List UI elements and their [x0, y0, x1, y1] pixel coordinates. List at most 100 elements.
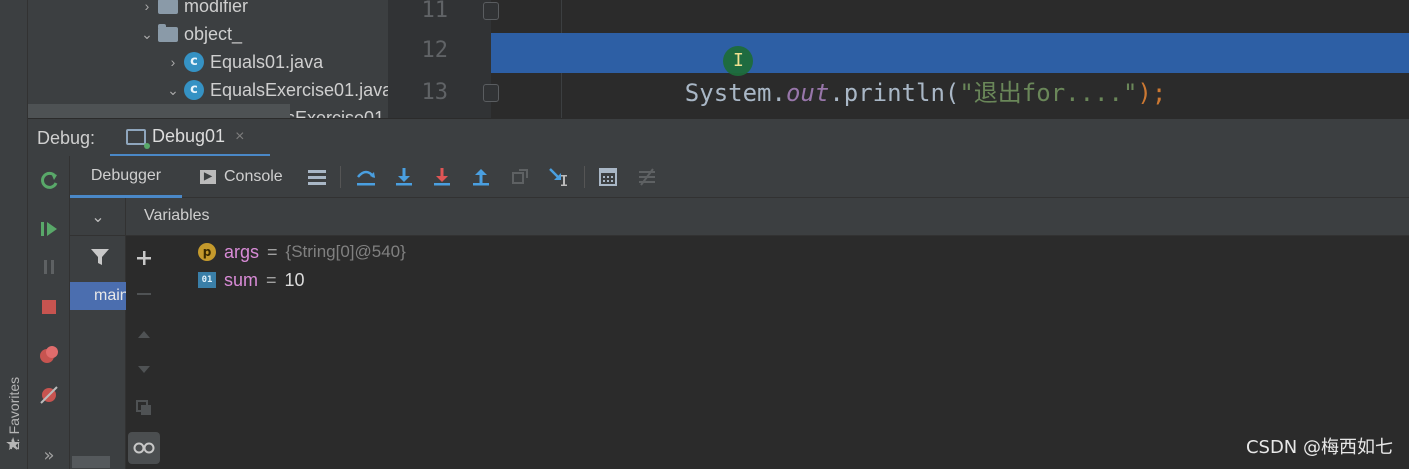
variable-row[interactable]: p args = {String[0]@540} [198, 238, 406, 266]
add-watch-button[interactable] [128, 242, 160, 274]
force-step-into-icon [434, 168, 450, 186]
copy-button[interactable] [128, 392, 160, 424]
resume-program-button[interactable] [28, 210, 70, 248]
pause-icon [44, 260, 54, 274]
primitive-icon: 01 [198, 272, 216, 288]
editor-gutter[interactable]: 11 12 13 [388, 0, 499, 118]
step-out-button[interactable] [468, 164, 494, 190]
filter-icon[interactable] [90, 248, 110, 266]
calculator-icon [599, 168, 617, 186]
move-down-button[interactable] [128, 354, 160, 386]
variables-header: Variables [126, 198, 1409, 236]
frame-item[interactable]: main [70, 282, 126, 310]
glasses-icon [133, 442, 155, 454]
debug-session-tab[interactable]: Debug01 × [110, 119, 270, 157]
trace-current-stream-button[interactable] [634, 164, 660, 190]
debug-session-tab-label: Debug01 [152, 126, 226, 146]
variable-name: args [224, 241, 260, 262]
minus-icon [137, 293, 151, 295]
step-out-icon [473, 169, 489, 186]
stop-button[interactable] [28, 288, 70, 326]
variable-equals: = [266, 269, 277, 290]
more-actions-icon[interactable]: » [28, 436, 70, 469]
code-line[interactable]: } [491, 0, 1409, 66]
debug-tool-window-header: Debug: Debug01 × [28, 118, 1409, 157]
arrow-down-icon [138, 366, 150, 373]
variable-row[interactable]: 01 sum = 10 [198, 266, 305, 294]
tree-item-equalsexercise01-java[interactable]: ⌄ c EqualsExercise01.java [162, 76, 388, 104]
text-cursor-icon: I [733, 50, 744, 71]
remove-watch-button[interactable] [128, 278, 160, 310]
folder-icon [158, 0, 178, 14]
run-to-cursor-button[interactable] [546, 164, 572, 190]
chevron-right-icon[interactable]: › [136, 0, 158, 14]
tab-debugger[interactable]: Debugger [70, 156, 182, 198]
tree-item-modifier[interactable]: › modifier [136, 0, 248, 20]
tree-item-label: object_ [184, 23, 243, 44]
tree-item-equals01[interactable]: › c Equals01.java [162, 48, 323, 76]
drop-frame-button[interactable] [507, 164, 533, 190]
step-into-button[interactable] [391, 164, 417, 190]
resume-icon [41, 222, 57, 236]
close-icon[interactable]: × [235, 128, 244, 146]
tree-item-label: EqualsExercise01.java [210, 79, 388, 100]
step-over-icon [357, 170, 375, 186]
layout-menu-button[interactable] [304, 164, 330, 190]
tree-item-label: Equals01.java [210, 51, 324, 72]
debug-session-icon [126, 128, 150, 149]
chevron-down-icon[interactable]: ⌄ [136, 26, 158, 43]
code-line[interactable]: } [491, 74, 1409, 114]
favorites-tool-button[interactable]: 2: Favorites ★ [2, 340, 26, 460]
run-to-cursor-icon [549, 168, 567, 186]
debug-actions-column: » [28, 156, 70, 469]
pause-program-button[interactable] [28, 248, 70, 286]
java-class-icon: c [184, 80, 204, 100]
variable-value: {String[0]@540} [285, 242, 406, 261]
arrow-up-icon [138, 331, 150, 338]
evaluate-expression-button[interactable] [595, 164, 621, 190]
project-tree: › modifier ⌄ object_ › c Equals01.java ⌄… [28, 0, 388, 118]
force-step-into-button[interactable] [429, 164, 455, 190]
chevron-right-icon[interactable]: › [162, 54, 184, 70]
tab-debugger-label: Debugger [90, 166, 162, 184]
copy-icon [136, 400, 151, 415]
rerun-button[interactable] [28, 162, 70, 200]
rerun-icon [41, 171, 58, 189]
move-up-button[interactable] [128, 318, 160, 350]
code-editor[interactable]: 11 12 13 } System.out.println("退出for....… [388, 0, 1409, 118]
view-breakpoints-button[interactable] [28, 336, 70, 374]
horizontal-scrollbar[interactable] [28, 104, 290, 118]
step-into-icon [396, 168, 412, 186]
horizontal-scrollbar[interactable] [72, 456, 110, 468]
show-watches-toggle[interactable] [128, 432, 160, 464]
variables-tree[interactable]: p args = {String[0]@540} 01 sum = 10 [162, 236, 1409, 469]
debug-label: Debug: [37, 128, 96, 148]
line-number: 12 [421, 38, 449, 63]
folder-icon [158, 23, 178, 42]
chevron-down-icon[interactable]: ⌄ [70, 198, 126, 236]
left-tool-stripe: 2: Favorites ★ [0, 0, 28, 469]
step-over-button[interactable] [353, 164, 379, 190]
chevron-down-icon[interactable]: ⌄ [162, 82, 184, 99]
tab-console[interactable]: ▶ Console [200, 156, 300, 198]
console-icon: ▶ [200, 170, 216, 184]
tree-item-object[interactable]: ⌄ object_ [136, 20, 242, 48]
variable-name: sum [224, 269, 259, 290]
line-number: 11 [421, 0, 449, 23]
tree-item-label: modifier [184, 0, 249, 16]
variable-equals: = [267, 241, 278, 262]
frames-panel: ⌄ main [70, 198, 126, 469]
stop-icon [42, 300, 56, 314]
mute-breakpoints-button[interactable] [28, 376, 70, 414]
line-number: 13 [421, 80, 449, 105]
toolbar-separator [340, 166, 341, 188]
plus-icon [137, 251, 151, 265]
stream-trace-icon [639, 168, 655, 186]
code-line-highlighted[interactable]: System.out.println("退出for...."); [491, 33, 1409, 107]
tab-console-label: Console [224, 168, 283, 185]
star-icon: ★ [5, 434, 22, 455]
parameter-icon: p [198, 243, 216, 261]
watermark: CSDN @梅西如七 [1245, 437, 1393, 458]
drop-frame-icon [512, 169, 528, 184]
view-breakpoints-icon [40, 346, 58, 363]
